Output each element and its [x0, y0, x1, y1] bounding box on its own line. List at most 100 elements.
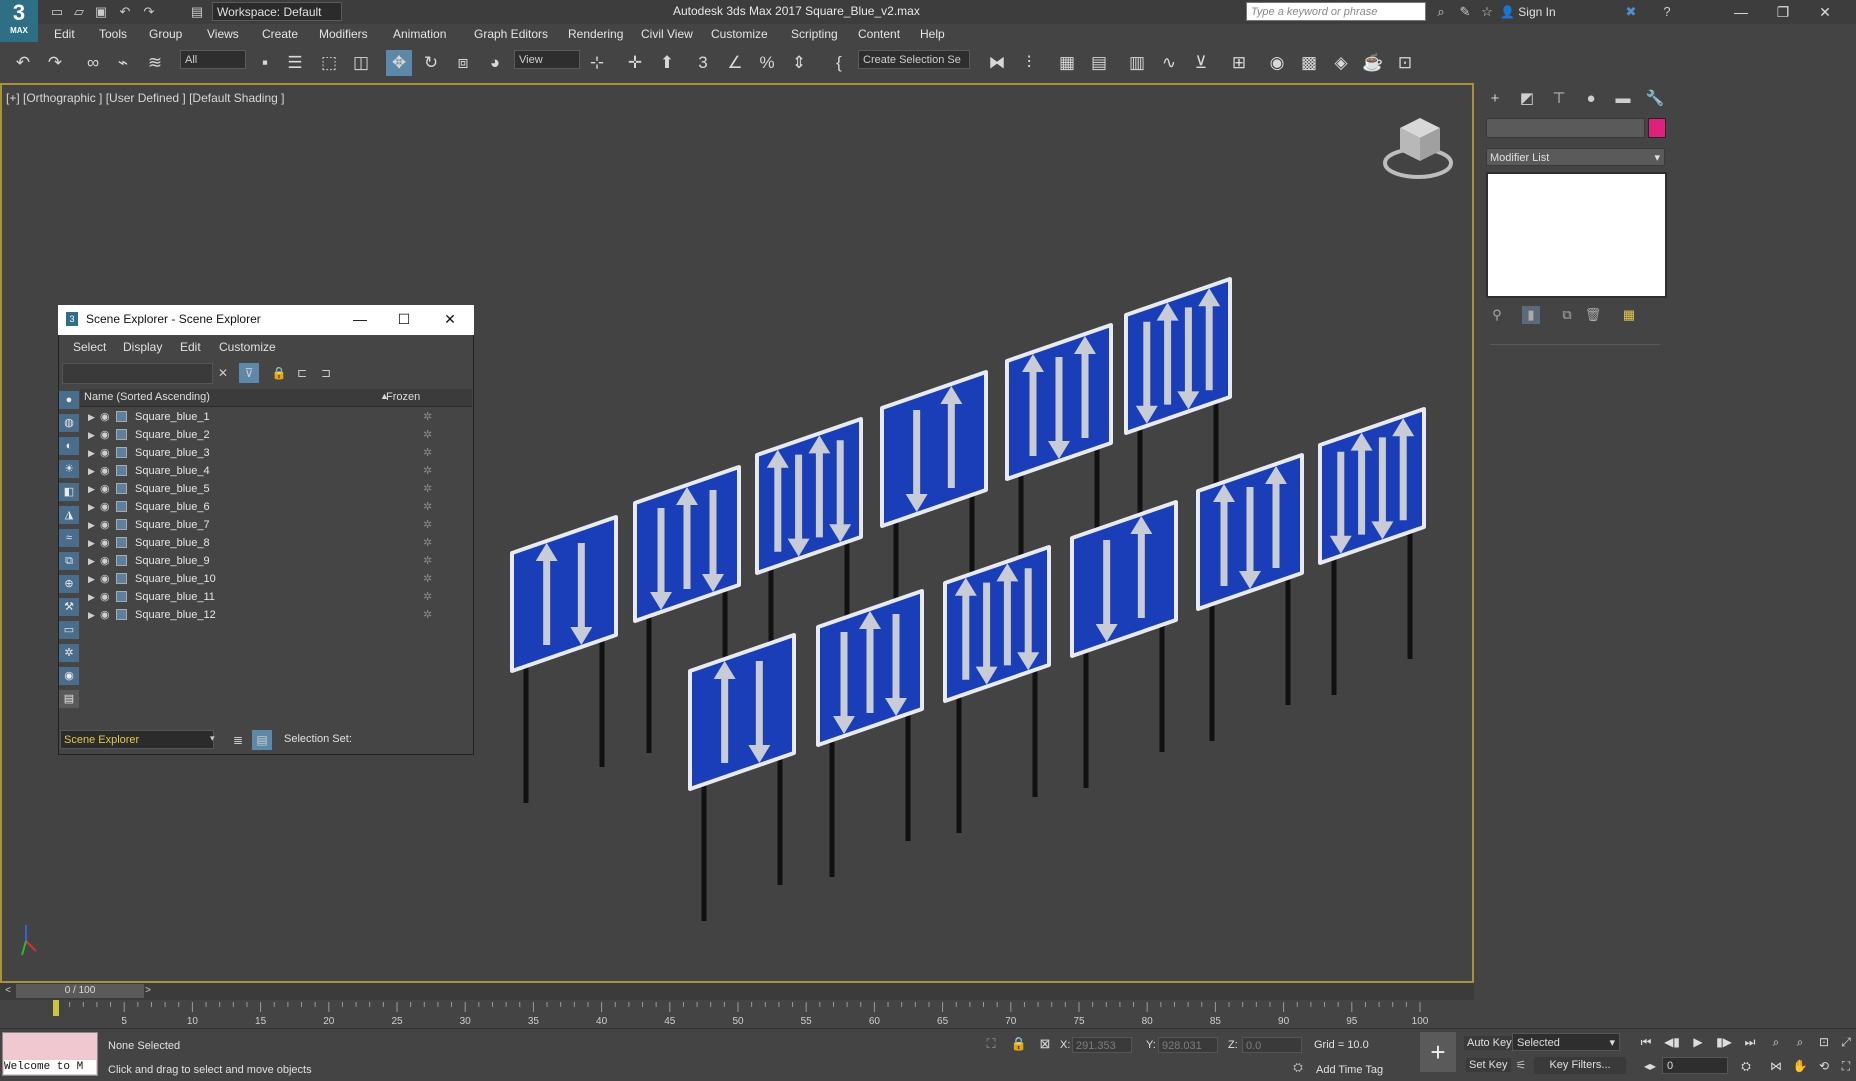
display-helpers-icon[interactable]: ◮: [59, 506, 79, 524]
time-slider-thumb[interactable]: 0 / 100: [16, 984, 144, 998]
display-frozen-icon[interactable]: ✲: [59, 644, 79, 662]
motion-tab-icon[interactable]: ●: [1578, 88, 1604, 110]
orbit-icon[interactable]: ⟲: [1814, 1056, 1834, 1076]
key-mode-toggle-icon[interactable]: ◂▸: [1640, 1056, 1660, 1076]
favorites-star-icon[interactable]: ☆: [1478, 3, 1496, 21]
object-color-swatch[interactable]: [1648, 118, 1666, 138]
render-production-icon[interactable]: ☕: [1360, 50, 1386, 76]
list-item[interactable]: ▶ ◉ Square_blue_1 ✲: [80, 408, 472, 426]
app-menu-button[interactable]: 3 MAX: [0, 0, 38, 42]
menu-rendering[interactable]: Rendering: [568, 27, 623, 41]
display-all-icon[interactable]: ▤: [59, 690, 79, 708]
list-item[interactable]: ▶ ◉ Square_blue_12 ✲: [80, 606, 472, 624]
se-menu-select[interactable]: Select: [73, 340, 106, 354]
chevron-down-icon[interactable]: ▾: [210, 733, 215, 744]
display-spacewarps-icon[interactable]: ≈: [59, 529, 79, 547]
display-hidden-icon[interactable]: ◉: [59, 667, 79, 685]
display-none-icon[interactable]: ●: [59, 391, 79, 409]
menu-group[interactable]: Group: [149, 27, 182, 41]
zoom-extents-all-icon[interactable]: ⤢: [1836, 1032, 1856, 1052]
schematic-view-icon[interactable]: ⊞: [1226, 50, 1252, 76]
se-layers-icon[interactable]: ⊐: [316, 363, 336, 383]
named-selection-set-dropdown[interactable]: Create Selection Se: [858, 50, 970, 69]
expand-icon[interactable]: ▶: [88, 462, 95, 480]
list-item[interactable]: ▶ ◉ Square_blue_8 ✲: [80, 534, 472, 552]
se-menu-display[interactable]: Display: [123, 340, 162, 354]
time-slider-next-icon[interactable]: >: [142, 984, 154, 998]
show-end-result-icon[interactable]: ▮: [1522, 306, 1540, 324]
list-item[interactable]: ▶ ◉ Square_blue_2 ✲: [80, 426, 472, 444]
zoom-extents-icon[interactable]: ⊡: [1814, 1032, 1834, 1052]
set-key-button[interactable]: Set Key: [1466, 1058, 1511, 1072]
field-of-view-icon[interactable]: ⋈: [1766, 1056, 1786, 1076]
menu-edit[interactable]: Edit: [54, 27, 75, 41]
workspace-dropdown[interactable]: Workspace: Default: [212, 2, 342, 21]
se-find-input[interactable]: [62, 363, 213, 384]
menu-graph-editors[interactable]: Graph Editors: [474, 27, 548, 41]
selection-lock-icon[interactable]: 🔒: [1010, 1036, 1028, 1054]
time-tag-icon[interactable]: ⛭: [1290, 1060, 1306, 1076]
modifier-list-dropdown[interactable]: Modifier List ▾: [1486, 148, 1665, 166]
key-filters-button[interactable]: Key Filters...: [1534, 1057, 1626, 1074]
keyboard-shortcut-override-icon[interactable]: ⬆: [654, 50, 680, 76]
material-editor-icon[interactable]: ◉: [1264, 50, 1290, 76]
visibility-eye-icon[interactable]: ◉: [100, 480, 110, 498]
menu-views[interactable]: Views: [207, 27, 239, 41]
hierarchy-tab-icon[interactable]: ⊤: [1546, 88, 1572, 110]
restore-window-icon[interactable]: ❐: [1766, 2, 1800, 22]
display-geometry-icon[interactable]: ◍: [59, 414, 79, 432]
ribbon-toggle-icon[interactable]: ▥: [1124, 50, 1150, 76]
expand-icon[interactable]: ▶: [88, 480, 95, 498]
x-coordinate-field[interactable]: 291.353: [1072, 1037, 1132, 1053]
current-frame-marker[interactable]: [53, 1000, 59, 1016]
toggle-scene-explorer-icon[interactable]: ▦: [1054, 50, 1080, 76]
list-item[interactable]: ▶ ◉ Square_blue_3 ✲: [80, 444, 472, 462]
help-search-input[interactable]: Type a keyword or phrase: [1246, 2, 1426, 21]
display-cameras-icon[interactable]: ◧: [59, 483, 79, 501]
make-unique-icon[interactable]: ⧉: [1558, 306, 1576, 324]
time-slider-prev-icon[interactable]: <: [2, 984, 14, 998]
menu-customize[interactable]: Customize: [711, 27, 768, 41]
undo-icon[interactable]: ↶: [116, 3, 134, 21]
menu-help[interactable]: Help: [920, 27, 945, 41]
key-tangent-icon[interactable]: ⚟: [1512, 1058, 1530, 1074]
viewport-label[interactable]: [+] [Orthographic ] [User Defined ] [Def…: [6, 91, 284, 105]
zoom-all-icon[interactable]: ⌕: [1790, 1032, 1810, 1052]
window-crossing-icon[interactable]: ◫: [348, 50, 374, 76]
utilities-tab-icon[interactable]: 🔧: [1642, 88, 1668, 110]
project-folder-icon[interactable]: ▤: [188, 3, 206, 21]
frozen-toggle-icon[interactable]: ✲: [423, 516, 432, 534]
menu-create[interactable]: Create: [262, 27, 298, 41]
curve-editor-icon[interactable]: ∿: [1156, 50, 1182, 76]
frozen-toggle-icon[interactable]: ✲: [423, 444, 432, 462]
reference-coordinate-dropdown[interactable]: View: [514, 50, 580, 69]
absolute-mode-icon[interactable]: ⊠: [1036, 1036, 1054, 1054]
expand-icon[interactable]: ▶: [88, 588, 95, 606]
rendered-frame-window-icon[interactable]: ◈: [1328, 50, 1354, 76]
se-hierarchy-icon[interactable]: ⊏: [292, 363, 312, 383]
frozen-toggle-icon[interactable]: ✲: [423, 462, 432, 480]
pivot-point-center-icon[interactable]: ⊹: [584, 50, 610, 76]
time-slider-bar[interactable]: [0, 983, 1474, 1000]
list-item[interactable]: ▶ ◉ Square_blue_5 ✲: [80, 480, 472, 498]
time-configuration-icon[interactable]: ⛭: [1736, 1056, 1756, 1076]
auto-key-button[interactable]: Auto Key: [1464, 1036, 1515, 1050]
go-to-start-icon[interactable]: ⏮: [1636, 1032, 1656, 1052]
select-and-move-icon[interactable]: ✥: [386, 50, 412, 76]
visibility-eye-icon[interactable]: ◉: [100, 588, 110, 606]
render-in-cloud-icon[interactable]: ⊡: [1392, 50, 1418, 76]
select-object-icon[interactable]: ▪: [252, 50, 278, 76]
current-frame-field[interactable]: 0: [1662, 1057, 1728, 1074]
y-coordinate-field[interactable]: 928.031: [1158, 1037, 1218, 1053]
exchange-apps-icon[interactable]: ✖: [1622, 3, 1640, 21]
select-and-rotate-icon[interactable]: ↻: [418, 50, 444, 76]
expand-icon[interactable]: ▶: [88, 552, 95, 570]
redo-icon[interactable]: ↷: [140, 3, 158, 21]
expand-icon[interactable]: ▶: [88, 426, 95, 444]
pan-view-icon[interactable]: ✋: [1790, 1056, 1810, 1076]
frozen-toggle-icon[interactable]: ✲: [423, 480, 432, 498]
list-item[interactable]: ▶ ◉ Square_blue_9 ✲: [80, 552, 472, 570]
expand-icon[interactable]: ▶: [88, 498, 95, 516]
key-mode-dropdown[interactable]: Selected ▾: [1512, 1033, 1620, 1051]
snaps-toggle-icon[interactable]: 3: [690, 50, 716, 76]
